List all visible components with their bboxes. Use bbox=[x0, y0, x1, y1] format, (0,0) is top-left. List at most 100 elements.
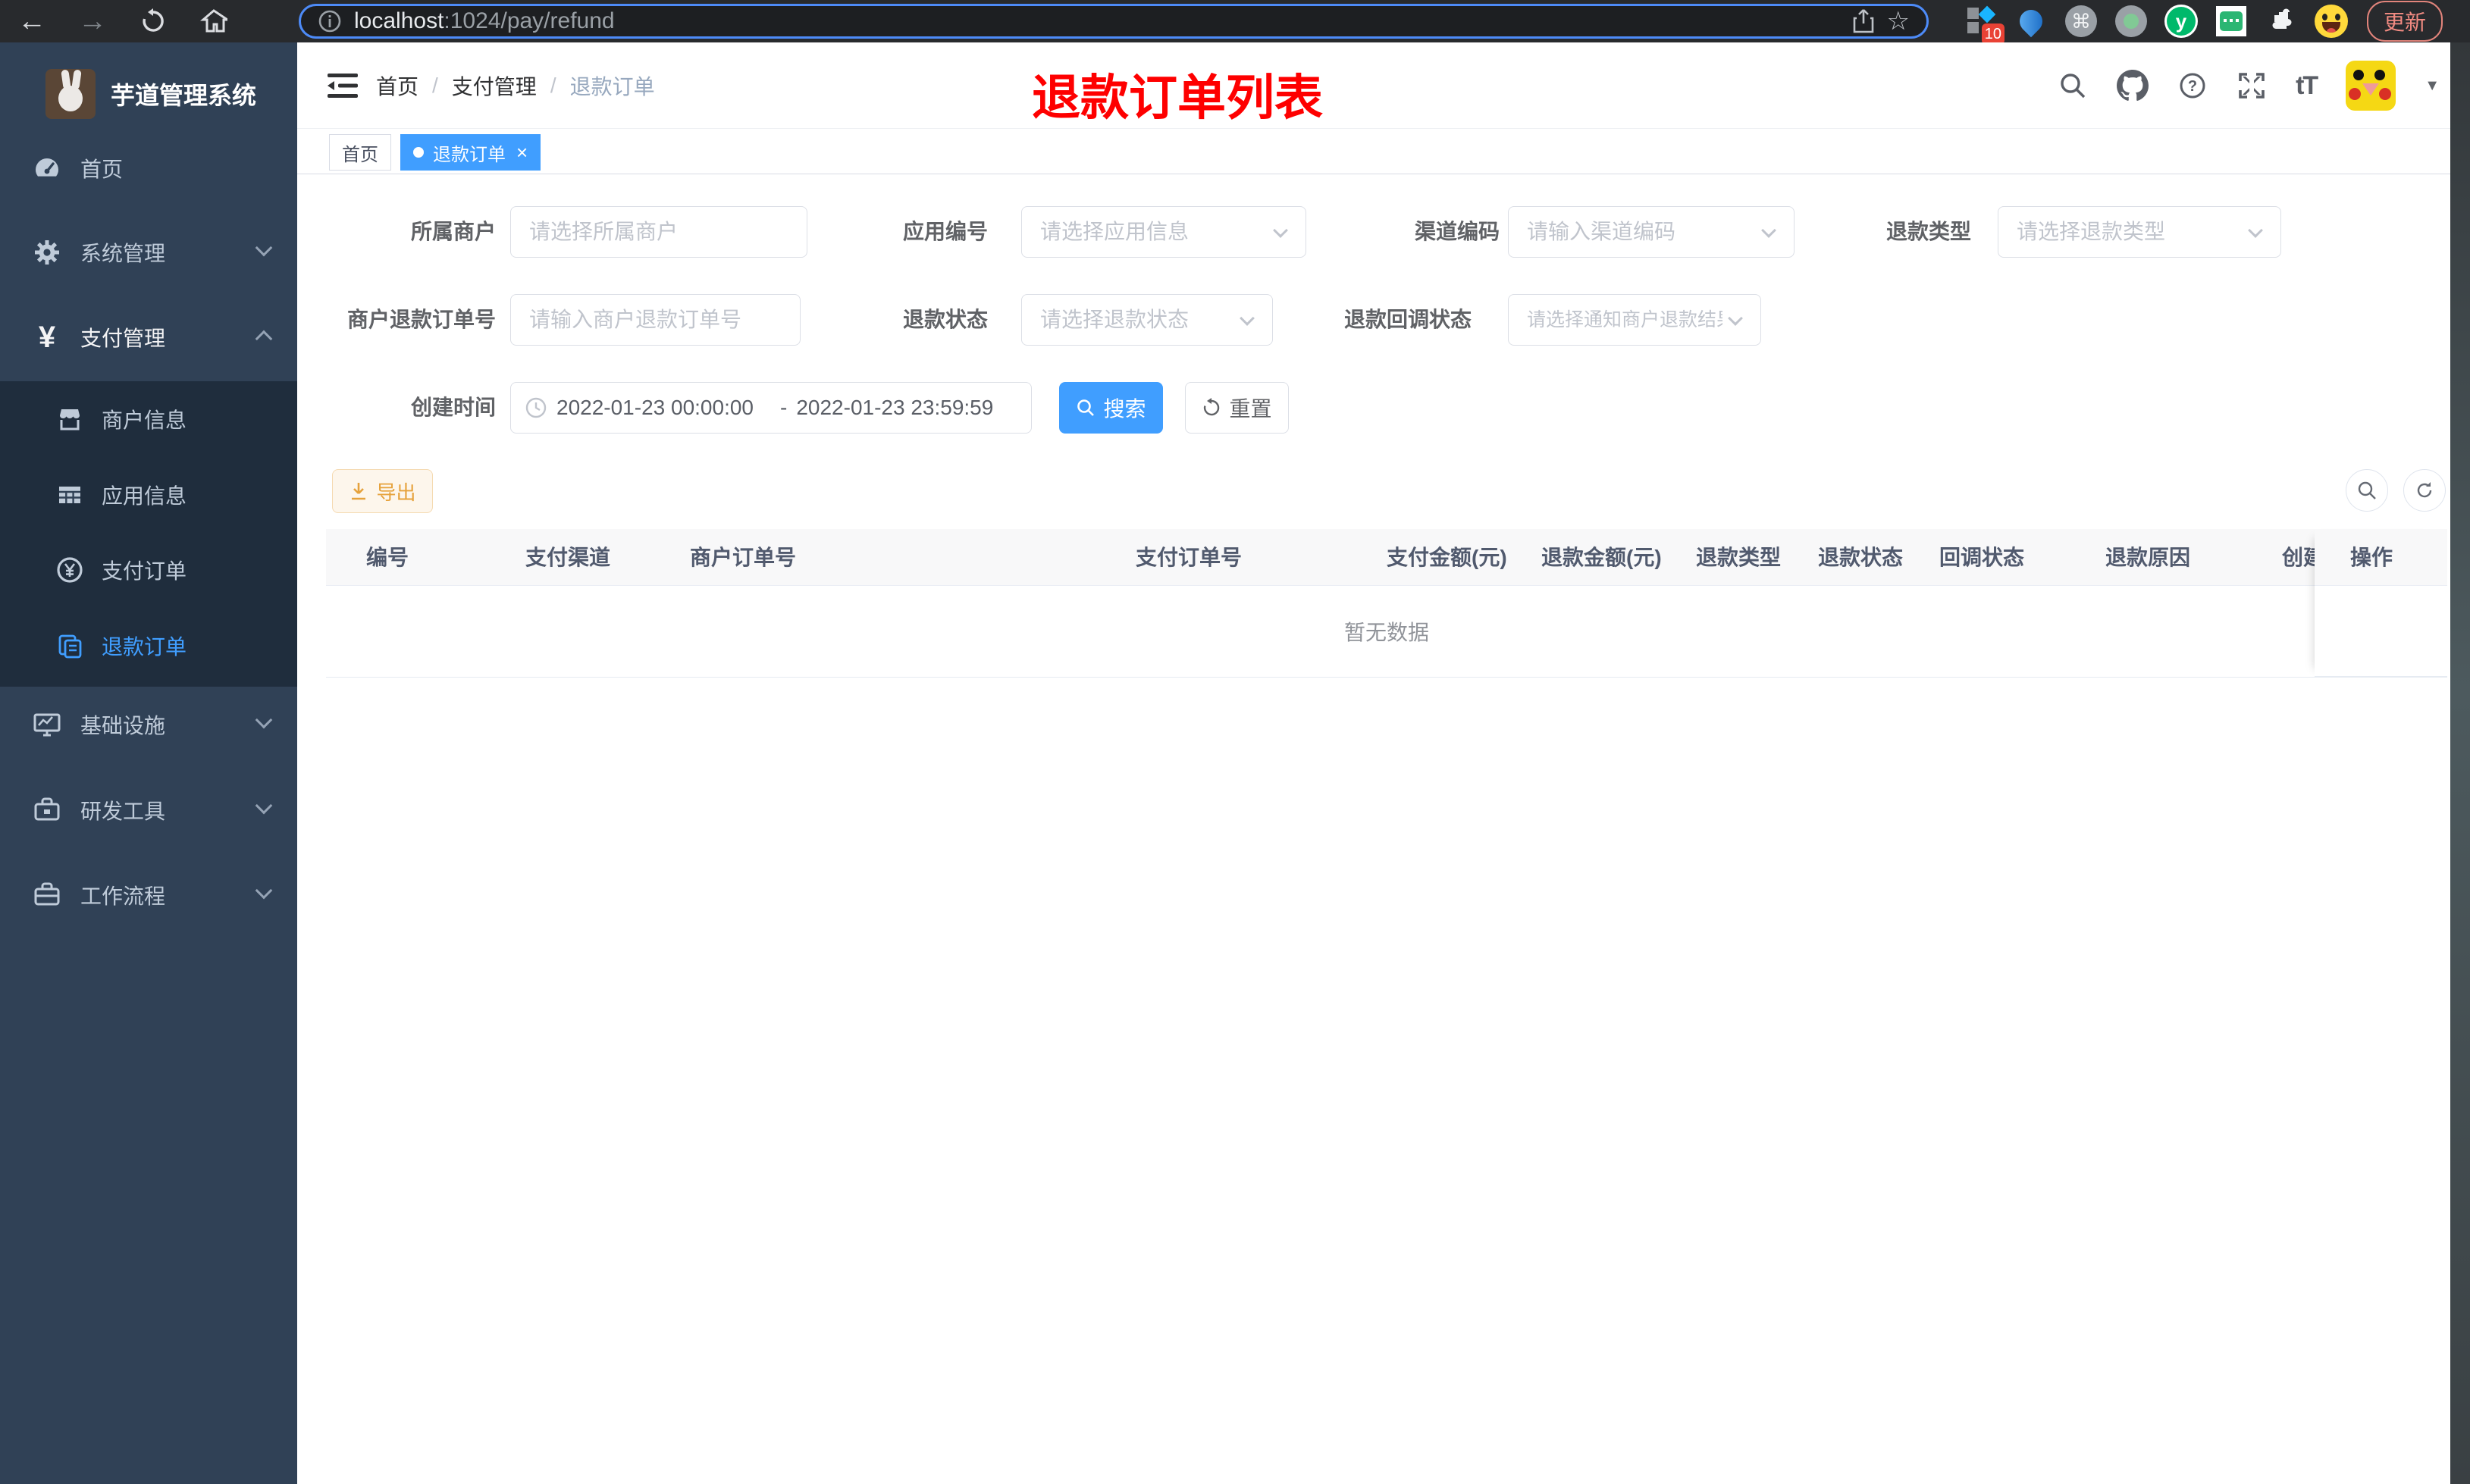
search-icon[interactable] bbox=[2058, 70, 2088, 101]
tab-home[interactable]: 首页 bbox=[329, 134, 391, 171]
briefcase-icon bbox=[30, 878, 64, 912]
refresh-button[interactable] bbox=[2403, 469, 2446, 512]
table-grid-icon bbox=[55, 480, 85, 510]
gear-icon bbox=[30, 236, 64, 269]
sidebar-item-workflow[interactable]: 工作流程 bbox=[0, 853, 297, 938]
sidebar-item-system[interactable]: 系统管理 bbox=[0, 210, 297, 295]
chevron-up-icon bbox=[255, 330, 273, 348]
breadcrumb-current: 退款订单 bbox=[569, 75, 655, 99]
avatar[interactable] bbox=[2346, 61, 2396, 111]
app-title: 芋道管理系统 bbox=[111, 82, 257, 109]
dashboard-icon bbox=[30, 152, 64, 185]
sidebar-item-refund-order[interactable]: 退款订单 bbox=[0, 608, 297, 684]
export-button[interactable]: 导出 bbox=[332, 469, 433, 513]
extensions-row: 10 ⌘ y bbox=[1964, 4, 2349, 45]
sidebar-item-payment[interactable]: ¥ 支付管理 bbox=[0, 295, 297, 380]
breadcrumb: 首页 / 支付管理 / 退款订单 bbox=[376, 42, 655, 129]
reset-button[interactable]: 重置 bbox=[1185, 382, 1289, 434]
extension-badge: 10 bbox=[1981, 23, 2005, 45]
chevron-down-icon bbox=[255, 881, 273, 900]
extension-emoji-icon[interactable] bbox=[2314, 4, 2349, 39]
col-callback-status: 回调状态 bbox=[1939, 546, 2025, 569]
empty-placeholder: 暂无数据 bbox=[326, 586, 2447, 678]
refund-docs-icon bbox=[55, 631, 85, 661]
svg-text:?: ? bbox=[2188, 78, 2197, 95]
toggle-search-button[interactable] bbox=[2346, 469, 2388, 512]
sidebar: 芋道管理系统 首页 系统管理 ¥ 支付管理 商户信息 应用信息 支付订单 退款订… bbox=[0, 42, 297, 1484]
col-merchant-order-no: 商户订单号 bbox=[690, 546, 797, 569]
breadcrumb-payment[interactable]: 支付管理 bbox=[452, 70, 537, 101]
tab-refund-order[interactable]: 退款订单 × bbox=[400, 134, 541, 171]
date-start-value[interactable]: 2022-01-23 00:00:00 bbox=[556, 396, 771, 420]
create-time-range-picker[interactable]: 2022-01-23 00:00:00 - 2022-01-23 23:59:5… bbox=[510, 382, 1032, 434]
col-id: 编号 bbox=[366, 546, 409, 569]
extension-command-icon[interactable]: ⌘ bbox=[2064, 4, 2099, 39]
label-merchant-refund-no: 商户退款订单号 bbox=[346, 308, 496, 331]
store-icon bbox=[55, 404, 85, 434]
sidebar-toggle-icon[interactable] bbox=[324, 67, 361, 104]
extension-grid-icon[interactable]: 10 bbox=[1964, 4, 2005, 45]
site-info-icon[interactable] bbox=[318, 9, 342, 33]
app-select[interactable] bbox=[1021, 206, 1306, 258]
label-create-time: 创建时间 bbox=[410, 396, 496, 419]
tags-view-bar: 首页 退款订单 × bbox=[297, 129, 2450, 174]
chevron-down-icon bbox=[255, 797, 273, 815]
refund-status-select[interactable] bbox=[1021, 294, 1273, 346]
browser-forward-icon[interactable]: → bbox=[71, 5, 114, 38]
merchant-refund-no-input[interactable] bbox=[510, 294, 801, 346]
col-pay-amount: 支付金额(元) bbox=[1387, 546, 1507, 569]
fixed-action-column: 操作 bbox=[2315, 529, 2447, 678]
chevron-down-icon bbox=[255, 711, 273, 729]
browser-back-icon[interactable]: ← bbox=[11, 5, 53, 38]
page-annotation: 退款订单列表 bbox=[1032, 70, 1323, 125]
top-navbar: 首页 / 支付管理 / 退款订单 退款订单列表 ? tT ▼ bbox=[297, 42, 2450, 129]
window-edge bbox=[2450, 42, 2470, 1484]
font-size-icon[interactable]: tT bbox=[2296, 71, 2318, 101]
col-action: 操作 bbox=[2315, 529, 2447, 586]
extension-chat-icon[interactable] bbox=[2214, 4, 2249, 39]
sidebar-item-infrastructure[interactable]: 基础设施 bbox=[0, 682, 297, 767]
close-icon[interactable]: × bbox=[516, 141, 528, 164]
toolbox-icon bbox=[30, 794, 64, 827]
extension-kite-icon[interactable] bbox=[2014, 4, 2048, 39]
github-icon[interactable] bbox=[2117, 70, 2149, 102]
caret-down-icon[interactable]: ▼ bbox=[2425, 77, 2440, 95]
logo-avatar bbox=[45, 69, 96, 119]
browser-home-icon[interactable] bbox=[193, 5, 235, 38]
browser-reload-icon[interactable] bbox=[132, 5, 174, 38]
breadcrumb-home[interactable]: 首页 bbox=[376, 70, 418, 101]
sidebar-item-dev-tools[interactable]: 研发工具 bbox=[0, 768, 297, 853]
search-button[interactable]: 搜索 bbox=[1059, 382, 1163, 434]
app-logo: 芋道管理系统 bbox=[0, 58, 297, 130]
label-merchant: 所属商户 bbox=[410, 220, 496, 243]
extensions-puzzle-icon[interactable] bbox=[2264, 4, 2299, 39]
url-bar[interactable]: localhost:1024/pay/refund ☆ bbox=[299, 4, 1929, 39]
bookmark-star-icon[interactable]: ☆ bbox=[1887, 6, 1910, 36]
browser-menu-icon[interactable]: ⋮ bbox=[2462, 5, 2470, 37]
browser-update-button[interactable]: 更新 bbox=[2367, 1, 2443, 42]
channel-select[interactable] bbox=[1508, 206, 1795, 258]
col-pay-channel: 支付渠道 bbox=[525, 546, 611, 569]
sidebar-item-pay-order[interactable]: 支付订单 bbox=[0, 532, 297, 608]
callback-status-select[interactable] bbox=[1508, 294, 1761, 346]
refund-type-select[interactable] bbox=[1998, 206, 2281, 258]
yen-icon: ¥ bbox=[38, 321, 56, 354]
help-icon[interactable]: ? bbox=[2177, 70, 2208, 101]
sidebar-item-app-info[interactable]: 应用信息 bbox=[0, 457, 297, 533]
share-icon[interactable] bbox=[1852, 8, 1875, 34]
main-area: 首页 / 支付管理 / 退款订单 退款订单列表 ? tT ▼ 首页 退款订单 ×… bbox=[297, 42, 2450, 1484]
extension-record-icon[interactable] bbox=[2114, 4, 2149, 39]
col-refund-status: 退款状态 bbox=[1818, 546, 1904, 569]
extension-yuque-icon[interactable]: y bbox=[2164, 4, 2199, 39]
refund-table: 编号 支付渠道 商户订单号 支付订单号 支付金额(元) 退款金额(元) 退款类型… bbox=[326, 529, 2447, 678]
col-pay-order-no: 支付订单号 bbox=[1136, 546, 1243, 569]
sidebar-item-merchant-info[interactable]: 商户信息 bbox=[0, 381, 297, 457]
date-end-value[interactable]: 2022-01-23 23:59:59 bbox=[796, 396, 1001, 420]
page-content: 所属商户 应用编号 渠道编码 退款类型 商户退款订单号 bbox=[297, 174, 2450, 1484]
label-refund-type: 退款类型 bbox=[1885, 220, 1971, 243]
fullscreen-icon[interactable] bbox=[2236, 70, 2267, 101]
merchant-select[interactable] bbox=[510, 206, 807, 258]
yen-circle-icon bbox=[55, 555, 85, 585]
sidebar-item-home[interactable]: 首页 bbox=[0, 126, 297, 211]
col-refund-amount: 退款金额(元) bbox=[1541, 546, 1662, 569]
